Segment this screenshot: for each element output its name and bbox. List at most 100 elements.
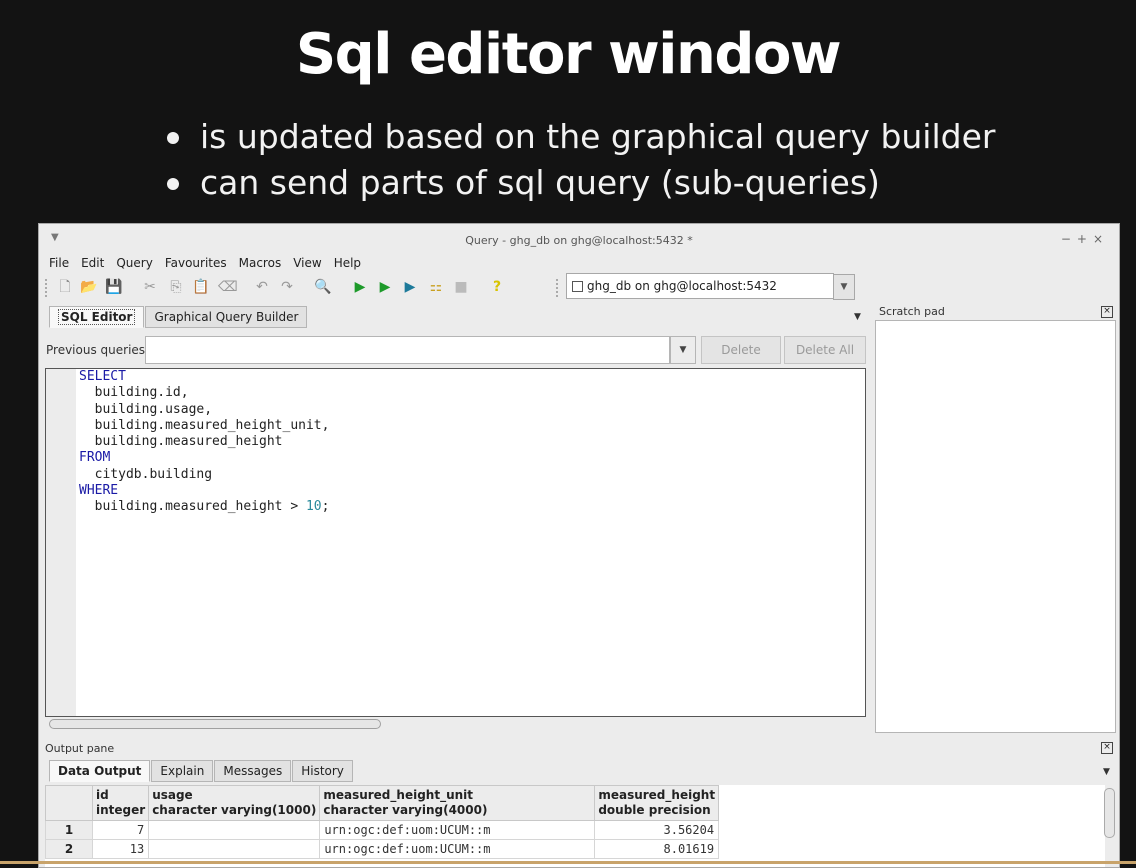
column-name: measured_height_unit [323,788,473,802]
undo-icon[interactable]: ↶ [253,278,271,296]
column-header-usage[interactable]: usage character varying(1000) [148,785,321,821]
pane-splitter[interactable] [39,735,1119,740]
close-button[interactable]: × [1093,232,1109,246]
menu-edit[interactable]: Edit [75,253,110,273]
scratch-pad-textarea[interactable] [875,320,1116,733]
menu-file[interactable]: File [39,253,75,273]
tab-label: SQL Editor [58,309,136,325]
menu-favourites[interactable]: Favourites [159,253,233,273]
toolbar-grip[interactable] [556,279,561,297]
save-icon[interactable]: 💾 [105,278,123,296]
delete-button[interactable]: Delete [701,336,781,364]
menu-bar: File Edit Query Favourites Macros View Help [39,253,1119,273]
previous-queries-label: Previous queries [46,343,146,357]
slide-title: Sql editor window [295,22,842,87]
execute-to-file-icon[interactable]: ▶ [401,278,419,296]
grid-vertical-scrollbar[interactable] [1104,788,1115,838]
result-table: id integer usage character varying(1000) m… [45,785,720,859]
cell-measured-height-unit[interactable]: urn:ogc:def:uom:UCUM::m [319,839,596,859]
help-icon[interactable]: ? [488,278,506,296]
sql-line: FROM [79,450,110,465]
cancel-icon[interactable]: ■ [452,278,470,296]
minimize-button[interactable]: − [1061,232,1077,246]
table-row[interactable]: 1 7 urn:ogc:def:uom:UCUM::m 3.56204 [45,820,720,840]
paste-icon[interactable]: 📋 [192,278,210,296]
cell-usage[interactable] [148,839,321,859]
tab-data-output[interactable]: Data Output [49,760,151,782]
connection-checkbox-icon [572,281,583,292]
column-header-measured-height-unit[interactable]: measured_height_unit character varying(40… [319,785,596,821]
menu-view[interactable]: View [287,253,327,273]
sql-line: building.usage, [79,402,212,417]
output-pane-close-icon[interactable]: × [1101,742,1113,754]
table-row[interactable]: 2 13 urn:ogc:def:uom:UCUM::m 8.01619 [45,839,720,859]
column-header-measured-height[interactable]: measured_height double precision [594,785,720,821]
menu-help[interactable]: Help [328,253,367,273]
menu-query[interactable]: Query [110,253,158,273]
cell-measured-height-unit[interactable]: urn:ogc:def:uom:UCUM::m [319,820,596,840]
slide-bullets: is updated based on the graphical query … [165,114,995,206]
sql-keyword: WHERE [79,483,119,499]
sql-text[interactable]: SELECT building.id, building.usage, buil… [79,369,329,516]
output-tabs: Data Output Explain Messages History [49,760,354,782]
delete-all-button[interactable]: Delete All [784,336,866,364]
execute-icon[interactable]: ▶ [351,278,369,296]
find-icon[interactable]: 🔍 [314,278,332,296]
cell-measured-height[interactable]: 8.01619 [594,839,720,859]
column-type: character varying(1000) [152,803,317,817]
editor-horizontal-scrollbar[interactable] [45,717,866,731]
previous-queries-select[interactable] [145,336,670,364]
tabs-menu-icon[interactable]: ▼ [854,312,861,322]
cell-id[interactable]: 7 [91,820,150,840]
scrollbar-thumb[interactable] [49,719,381,729]
new-file-icon[interactable]: 🗋 [56,278,74,296]
tab-graphical-query-builder[interactable]: Graphical Query Builder [145,306,308,328]
tab-sql-editor[interactable]: SQL Editor [49,306,145,328]
row-number[interactable]: 2 [45,839,93,859]
previous-queries-dropdown-arrow-icon[interactable]: ▼ [670,336,696,364]
cell-id[interactable]: 13 [91,839,150,859]
window-controls: −+× [1061,232,1109,246]
editor-tabs: SQL Editor Graphical Query Builder [49,306,308,330]
sql-code: building.measured_height [79,434,283,450]
row-number-header[interactable] [45,785,93,821]
open-folder-icon[interactable]: 📂 [80,278,98,296]
sql-code: building.usage, [79,401,213,417]
slide-bottom-border [0,861,1136,864]
connection-value: ghg_db on ghg@localhost:5432 [587,279,777,293]
tab-messages[interactable]: Messages [214,760,292,782]
sql-editor[interactable]: SELECT building.id, building.usage, buil… [45,368,866,717]
connection-select[interactable]: ghg_db on ghg@localhost:5432 [566,273,834,299]
explain-icon[interactable]: ⚏ [427,278,445,296]
data-output-grid[interactable]: id integer usage character varying(1000) m… [45,785,1105,867]
menu-macros[interactable]: Macros [233,253,288,273]
column-type: double precision [598,803,711,817]
maximize-button[interactable]: + [1077,232,1093,246]
column-header-id[interactable]: id integer [91,785,150,821]
sql-line: building.measured_height > 10; [79,499,330,515]
sql-code: citydb.building [79,466,213,482]
connection-dropdown-arrow-icon[interactable]: ▼ [833,274,855,300]
bullet-text: can send parts of sql query (sub-queries… [200,163,880,202]
toolbar-grip[interactable] [45,279,50,297]
scratch-pad-label: Scratch pad [879,305,945,318]
cell-measured-height[interactable]: 3.56204 [594,820,720,840]
tab-history[interactable]: History [292,760,353,782]
execute-pgscript-icon[interactable]: ▶ [376,278,394,296]
tab-explain[interactable]: Explain [151,760,214,782]
clear-icon[interactable]: ⌫ [218,278,238,296]
scratch-pad-close-icon[interactable]: × [1101,306,1113,318]
cut-icon[interactable]: ✂ [141,278,159,296]
sql-code: building.measured_height_unit, [79,417,330,433]
bullet-dot-icon [167,178,179,190]
column-name: usage [152,788,193,802]
redo-icon[interactable]: ↷ [278,278,296,296]
column-name: id [96,788,109,802]
output-tabs-menu-icon[interactable]: ▼ [1103,767,1110,777]
editor-gutter [46,369,76,716]
sql-number: 10 [305,499,322,515]
copy-icon[interactable]: ⎘ [167,278,185,296]
cell-usage[interactable] [148,820,321,840]
row-number[interactable]: 1 [45,820,93,840]
bullet-item: can send parts of sql query (sub-queries… [165,160,995,206]
